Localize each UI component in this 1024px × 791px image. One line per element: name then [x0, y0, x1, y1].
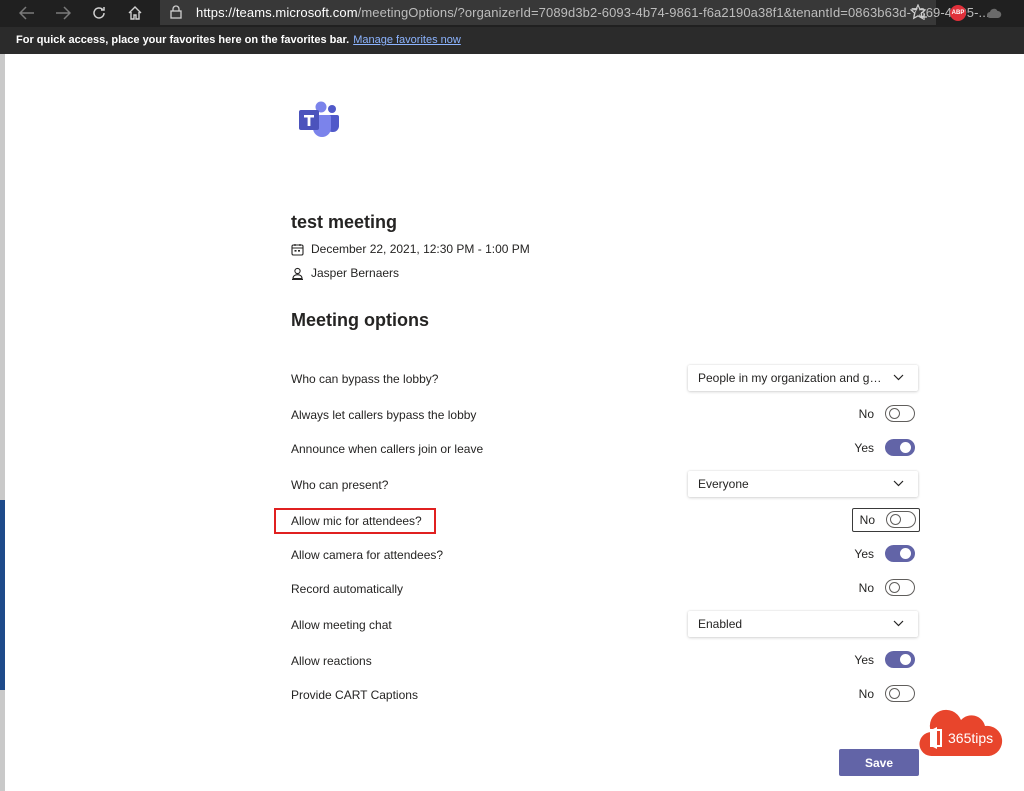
cart-captions-toggle[interactable]: No: [852, 683, 918, 705]
record-automatically-toggle[interactable]: No: [852, 577, 918, 599]
cloud-icon[interactable]: [986, 6, 1002, 24]
meeting-datetime: December 22, 2021, 12:30 PM - 1:00 PM: [311, 242, 530, 256]
toggle-state-text: No: [858, 581, 874, 595]
favorite-star-icon[interactable]: [909, 3, 928, 26]
watermark-text: 365tips: [948, 730, 994, 746]
forward-icon[interactable]: [52, 3, 74, 23]
browser-toolbar: https://teams.microsoft.com/meetingOptio…: [0, 0, 1024, 27]
option-label-allow-reactions: Allow reactions: [291, 654, 372, 668]
toggle-state-text: No: [858, 407, 874, 421]
option-label-record-automatically: Record automatically: [291, 582, 404, 596]
refresh-icon[interactable]: [88, 3, 110, 23]
home-icon[interactable]: [124, 3, 146, 23]
meeting-organizer-row: Jasper Bernaers: [291, 266, 399, 280]
toggle-state-text: Yes: [854, 547, 874, 561]
meeting-datetime-row: December 22, 2021, 12:30 PM - 1:00 PM: [291, 242, 530, 256]
toggle-switch[interactable]: [885, 405, 915, 422]
toggle-switch[interactable]: [885, 579, 915, 596]
dropdown-value: People in my organization and gu...: [698, 371, 883, 385]
dropdown-value: Everyone: [698, 477, 749, 491]
option-label-bypass-lobby: Who can bypass the lobby?: [291, 372, 439, 386]
chevron-down-icon: [893, 374, 904, 381]
toggle-switch[interactable]: [885, 685, 915, 702]
option-label-allow-camera: Allow camera for attendees?: [291, 548, 444, 562]
meeting-organizer: Jasper Bernaers: [311, 266, 400, 280]
toggle-switch[interactable]: [885, 439, 915, 456]
who-can-present-dropdown[interactable]: Everyone: [688, 471, 918, 497]
dropdown-value: Enabled: [698, 617, 743, 631]
favorites-bar: For quick access, place your favorites h…: [0, 27, 1024, 54]
option-label-cart-captions: Provide CART Captions: [291, 688, 418, 702]
highlight-annotation: [274, 508, 436, 534]
calendar-icon: [291, 243, 304, 256]
allow-reactions-toggle[interactable]: Yes: [852, 649, 918, 671]
announce-callers-toggle[interactable]: Yes: [852, 437, 918, 459]
toggle-switch[interactable]: [885, 651, 915, 668]
allow-mic-toggle[interactable]: No: [852, 508, 920, 532]
callers-bypass-toggle[interactable]: No: [852, 403, 918, 425]
toggle-state-text: No: [858, 687, 874, 701]
option-label-meeting-chat: Allow meeting chat: [291, 618, 392, 632]
toggle-state-text: No: [859, 513, 875, 527]
option-label-announce-callers: Announce when callers join or leave: [291, 442, 484, 456]
url-text: https://teams.microsoft.com/meetingOptio…: [196, 5, 990, 20]
address-bar[interactable]: https://teams.microsoft.com/meetingOptio…: [160, 0, 990, 25]
chevron-down-icon: [893, 480, 904, 487]
toggle-switch[interactable]: [885, 545, 915, 562]
option-label-callers-bypass: Always let callers bypass the lobby: [291, 408, 477, 422]
option-label-who-can-present: Who can present?: [291, 478, 389, 492]
chevron-down-icon: [893, 620, 904, 627]
organizer-icon: [292, 267, 303, 280]
lock-icon: [170, 5, 182, 24]
back-icon[interactable]: [16, 3, 38, 23]
bypass-lobby-dropdown[interactable]: People in my organization and gu...: [688, 365, 918, 391]
allow-camera-toggle[interactable]: Yes: [852, 543, 918, 565]
toggle-state-text: Yes: [854, 653, 874, 667]
meeting-title: test meeting: [291, 212, 398, 232]
adblock-icon[interactable]: ABP: [950, 5, 966, 21]
toggle-switch[interactable]: [886, 511, 916, 528]
manage-favorites-link[interactable]: Manage favorites now: [353, 34, 461, 46]
favorites-message: For quick access, place your favorites h…: [16, 34, 461, 46]
meeting-chat-dropdown[interactable]: Enabled: [688, 611, 918, 637]
section-title: Meeting options: [291, 310, 429, 330]
toggle-state-text: Yes: [854, 441, 874, 455]
save-button[interactable]: Save: [839, 749, 919, 776]
teams-logo-icon: [298, 100, 340, 145]
